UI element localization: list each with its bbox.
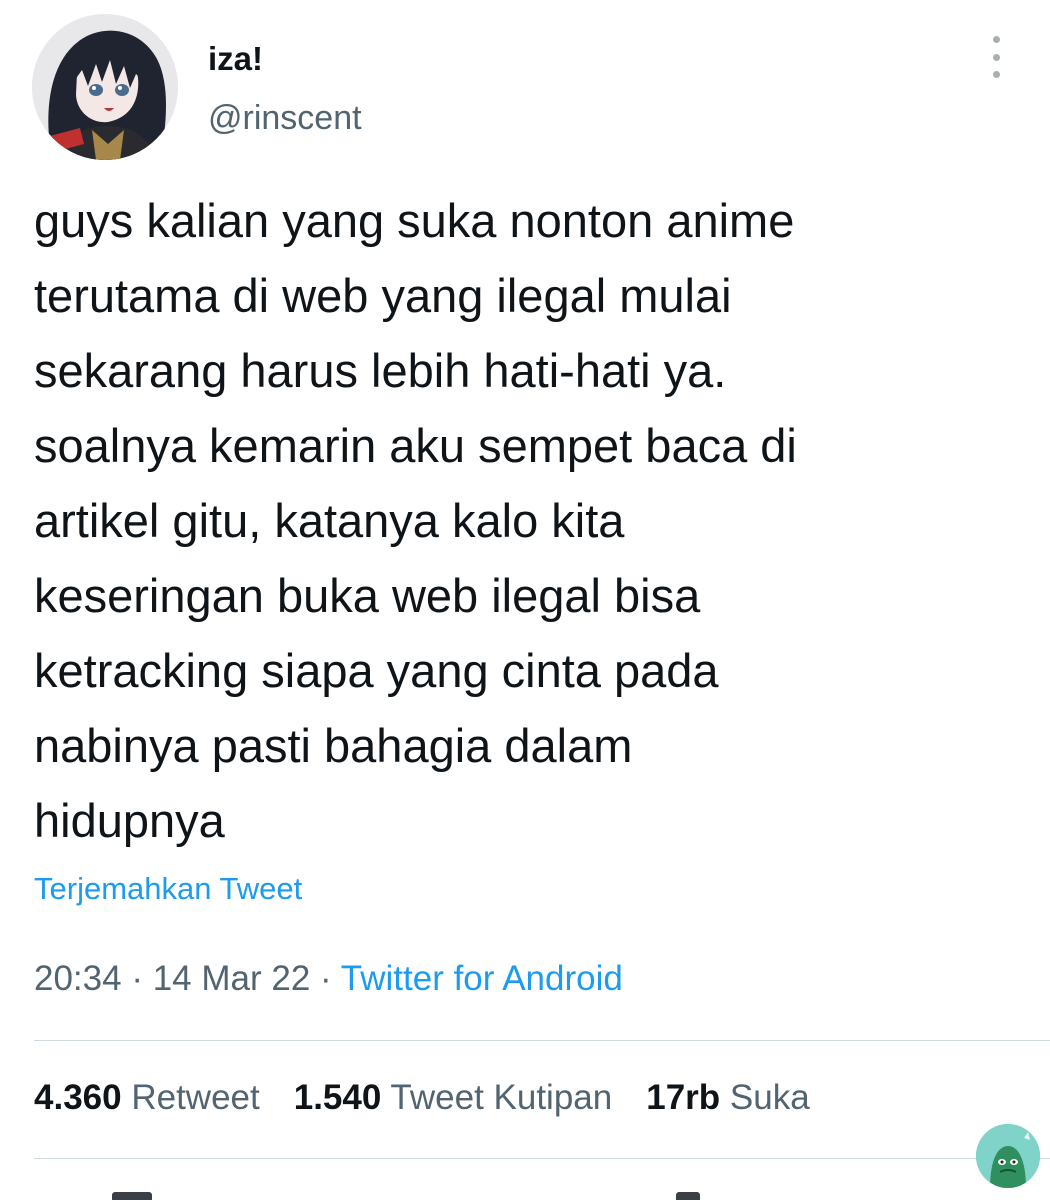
tweet-meta: 20:34 · 14 Mar 22 · Twitter for Android <box>34 961 623 996</box>
tweet-date: 14 Mar 22 <box>152 959 311 998</box>
bottom-bar-icon[interactable] <box>112 1192 152 1200</box>
tweet-text: guys kalian yang suka nonton anime terut… <box>34 194 797 847</box>
floating-avatar-icon <box>976 1124 1040 1188</box>
more-vertical-icon <box>992 36 1000 43</box>
bottom-bar-icon[interactable] <box>676 1192 700 1200</box>
more-options-button[interactable] <box>980 36 1012 78</box>
author-display-name[interactable]: iza! <box>208 42 263 75</box>
author-avatar[interactable] <box>32 14 178 160</box>
translate-tweet-link[interactable]: Terjemahkan Tweet <box>34 873 302 904</box>
stat-label: Suka <box>729 1078 810 1117</box>
like-count[interactable]: 17rb Suka <box>646 1080 809 1115</box>
tweet-time: 20:34 <box>34 959 122 998</box>
author-handle[interactable]: @rinscent <box>208 101 362 135</box>
tweet-source-link[interactable]: Twitter for Android <box>341 959 623 998</box>
stat-label: Tweet Kutipan <box>390 1078 613 1117</box>
stat-label: Retweet <box>131 1078 260 1117</box>
tweet-stats: 4.360 Retweet 1.540 Tweet Kutipan 17rb S… <box>34 1080 810 1115</box>
retweet-count[interactable]: 4.360 Retweet <box>34 1080 260 1115</box>
stat-number: 1.540 <box>293 1078 382 1117</box>
more-vertical-icon-dot <box>992 71 1000 78</box>
quote-tweet-count[interactable]: 1.540 Tweet Kutipan <box>294 1080 613 1115</box>
avatar-anime-girl-icon <box>32 14 178 160</box>
divider <box>34 1158 1050 1159</box>
meta-separator: · <box>310 959 341 998</box>
more-vertical-icon-dot <box>992 53 1000 61</box>
stat-number: 4.360 <box>34 1078 122 1117</box>
stat-number: 17rb <box>646 1078 721 1117</box>
meta-separator: · <box>121 959 153 998</box>
floating-avatar-button[interactable] <box>976 1124 1040 1188</box>
divider <box>34 1040 1050 1041</box>
